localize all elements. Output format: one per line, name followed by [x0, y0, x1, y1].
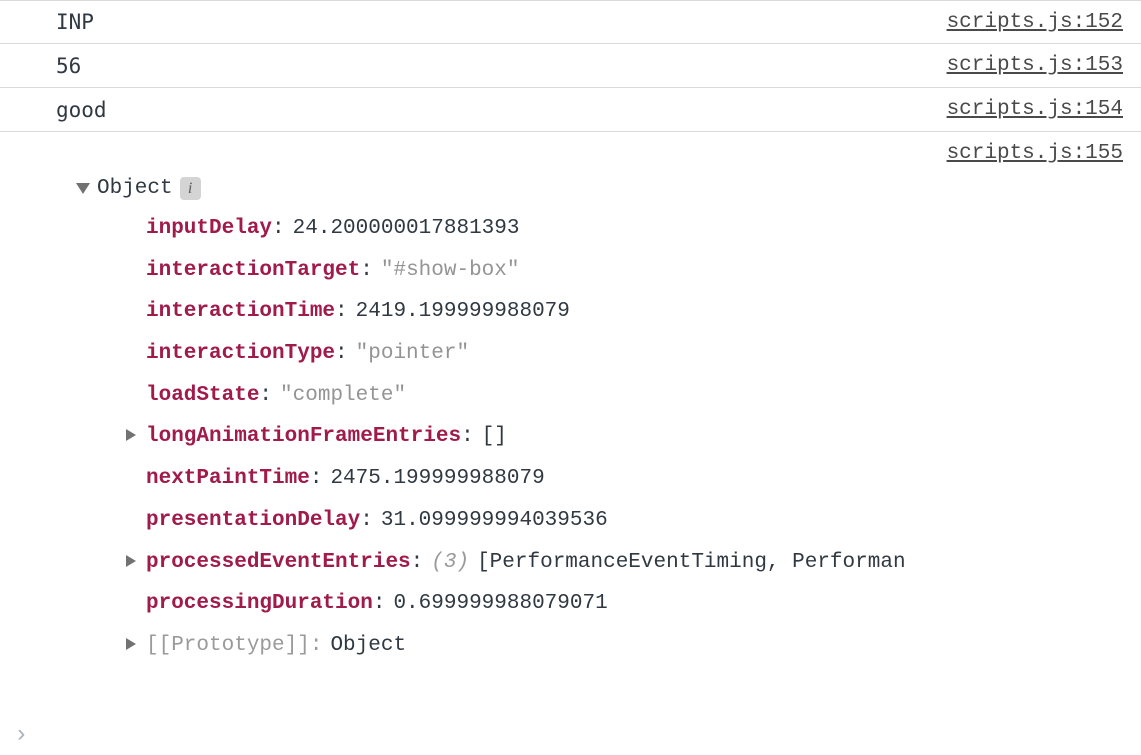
- property-value: "pointer": [356, 336, 469, 372]
- property-row: loadState: "complete": [126, 375, 1123, 417]
- source-link[interactable]: scripts.js:155: [947, 142, 1123, 165]
- property-key: interactionTarget: [146, 253, 360, 289]
- property-value: 24.200000017881393: [293, 211, 520, 247]
- property-key: longAnimationFrameEntries: [146, 419, 461, 455]
- property-value: 2475.199999988079: [330, 461, 544, 497]
- chevron-right-icon: ›: [14, 722, 28, 749]
- property-value: 31.099999994039536: [381, 503, 608, 539]
- chevron-right-icon[interactable]: [126, 555, 136, 567]
- property-row[interactable]: [[Prototype]]: Object: [126, 625, 1123, 667]
- property-row: processingDuration: 0.699999988079071: [126, 583, 1123, 625]
- property-row: nextPaintTime: 2475.199999988079: [126, 458, 1123, 500]
- property-key: nextPaintTime: [146, 461, 310, 497]
- property-row: interactionType: "pointer": [126, 333, 1123, 375]
- property-value: "#show-box": [381, 253, 520, 289]
- property-row: inputDelay: 24.200000017881393: [126, 208, 1123, 250]
- property-value: Object: [330, 628, 406, 664]
- property-key: processedEventEntries: [146, 545, 411, 581]
- property-key: presentationDelay: [146, 503, 360, 539]
- console-prompt[interactable]: ›: [14, 722, 28, 749]
- property-row[interactable]: processedEventEntries: (3) [PerformanceE…: [126, 542, 1123, 584]
- property-value: 2419.199999988079: [356, 294, 570, 330]
- property-key: loadState: [146, 378, 259, 414]
- property-key: [[Prototype]]: [146, 628, 310, 664]
- chevron-down-icon[interactable]: [76, 183, 90, 194]
- property-key: interactionType: [146, 336, 335, 372]
- property-value: []: [482, 419, 507, 455]
- property-row: interactionTime: 2419.199999988079: [126, 291, 1123, 333]
- property-key: processingDuration: [146, 586, 373, 622]
- object-properties: inputDelay: 24.200000017881393 interacti…: [56, 200, 1123, 679]
- property-value: [PerformanceEventTiming, Performan: [477, 545, 905, 581]
- property-value: "complete": [280, 378, 406, 414]
- console-text: INP: [56, 10, 94, 34]
- property-row: presentationDelay: 31.099999994039536: [126, 500, 1123, 542]
- chevron-right-icon[interactable]: [126, 429, 136, 441]
- info-icon[interactable]: i: [180, 177, 201, 200]
- property-key: interactionTime: [146, 294, 335, 330]
- console-log-row: good scripts.js:154: [0, 88, 1141, 132]
- property-count: (3): [431, 545, 469, 581]
- console-log-row: 56 scripts.js:153: [0, 44, 1141, 88]
- property-row[interactable]: longAnimationFrameEntries: []: [126, 416, 1123, 458]
- console-text: good: [56, 98, 107, 122]
- chevron-right-icon[interactable]: [126, 638, 136, 650]
- property-row: interactionTarget: "#show-box": [126, 250, 1123, 292]
- property-key: inputDelay: [146, 211, 272, 247]
- source-link[interactable]: scripts.js:152: [947, 11, 1123, 34]
- console-object-row: scripts.js:155 Object i inputDelay: 24.2…: [0, 132, 1141, 679]
- console-text: 56: [56, 54, 81, 78]
- object-label: Object: [97, 177, 173, 200]
- source-link[interactable]: scripts.js:153: [947, 54, 1123, 77]
- source-link[interactable]: scripts.js:154: [947, 98, 1123, 121]
- console-log-row: INP scripts.js:152: [0, 0, 1141, 44]
- property-value: 0.699999988079071: [393, 586, 607, 622]
